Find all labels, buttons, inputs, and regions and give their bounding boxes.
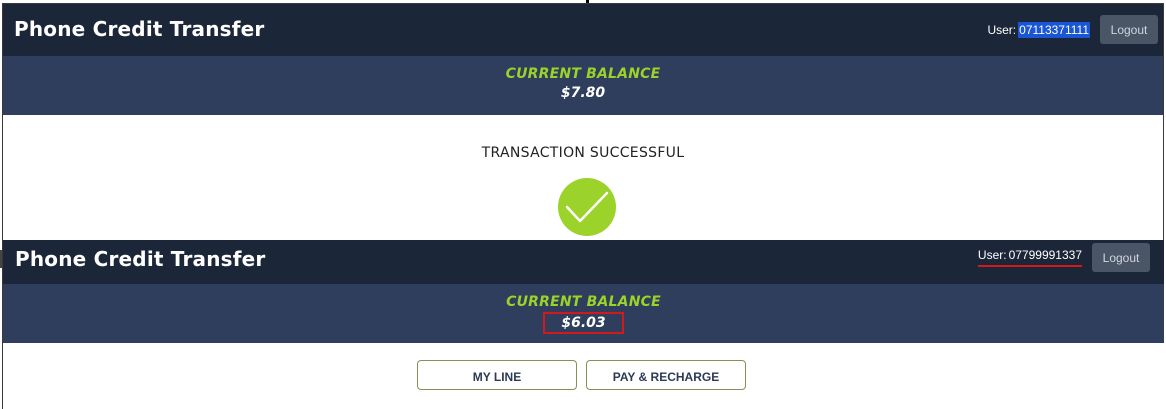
balance-bar: CURRENT BALANCE $6.03	[3, 284, 1164, 343]
header-bar: Phone Credit Transfer User: 07113371111 L…	[2, 3, 1164, 56]
screenshot-after: Phone Credit Transfer User: 07799991337 L…	[2, 240, 1164, 409]
transaction-status: TRANSACTION SUCCESSFUL	[481, 145, 685, 161]
user-number-selected[interactable]: 07113371111	[1018, 21, 1090, 38]
header-bar: Phone Credit Transfer User: 07799991337 L…	[3, 240, 1164, 284]
user-area: User: 07113371111 Logout	[987, 15, 1158, 44]
user-label-highlighted: User: 07799991337	[977, 248, 1082, 267]
balance-amount-highlighted: $6.03	[543, 312, 624, 334]
balance-label: CURRENT BALANCE	[506, 294, 661, 310]
balance-amount: $7.80	[560, 85, 606, 101]
checkmark-circle-icon	[558, 178, 616, 236]
app-title: Phone Credit Transfer	[14, 17, 265, 41]
balance-bar: CURRENT BALANCE $7.80	[2, 56, 1164, 115]
logout-button[interactable]: Logout	[1092, 243, 1150, 272]
balance-label: CURRENT BALANCE	[505, 66, 661, 82]
screenshot-before: Phone Credit Transfer User: 07113371111 L…	[2, 3, 1164, 240]
my-line-button[interactable]: MY LINE	[417, 360, 577, 390]
app-title: Phone Credit Transfer	[15, 247, 266, 271]
checkmark-icon	[565, 191, 609, 223]
user-prefix: User:	[987, 22, 1017, 37]
pay-recharge-button[interactable]: PAY & RECHARGE	[586, 360, 746, 390]
user-number: 07799991337	[1008, 248, 1082, 262]
user-prefix: User:	[977, 248, 1007, 262]
action-buttons: MY LINE PAY & RECHARGE	[3, 360, 1162, 390]
logout-button[interactable]: Logout	[1100, 15, 1158, 44]
user-area: User: 07799991337 Logout	[977, 243, 1150, 272]
user-label: User: 07113371111	[987, 21, 1090, 38]
